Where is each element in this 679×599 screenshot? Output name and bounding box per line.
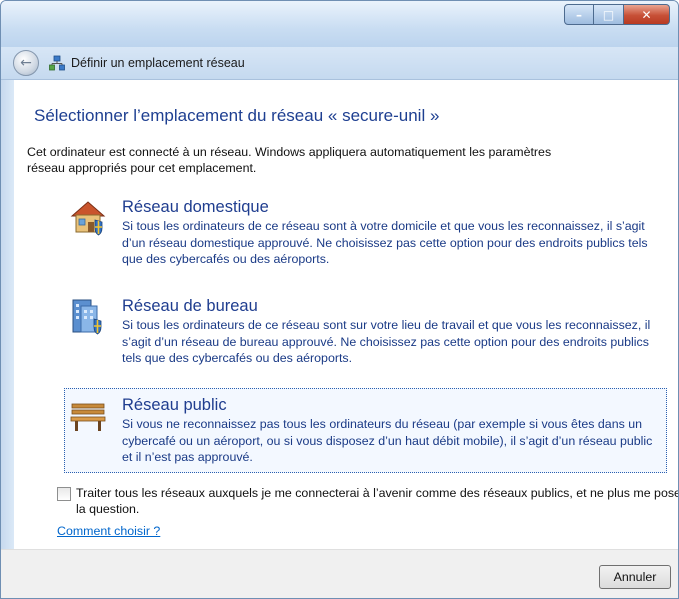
option-description: Si tous les ordinateurs de ce réseau son… [122,219,648,266]
navigation-bar: ← Définir un emplacement réseau [1,47,678,80]
close-icon: ✕ [641,7,652,22]
option-description: Si vous ne reconnaissez pas tous les ord… [122,417,653,464]
option-home-network[interactable]: Réseau domestique Si tous les ordinateur… [64,190,667,275]
option-description: Si tous les ordinateurs de ce réseau son… [122,318,651,365]
close-button[interactable]: ✕ [624,4,670,25]
minimize-icon: – [576,7,582,22]
option-public-network[interactable]: Réseau public Si vous ne reconnaissez pa… [64,388,667,473]
public-network-bench-icon [69,396,107,434]
maximize-icon: □ [602,7,615,22]
back-arrow-icon: ← [20,55,32,71]
treat-as-public-checkbox[interactable] [57,487,71,501]
dialog-window: – □ ✕ ← Définir un emplacement réseau Sé… [0,0,679,599]
intro-text: Cet ordinateur est connecté à un réseau.… [27,145,552,175]
dialog-content: Sélectionner l’emplacement du réseau « s… [14,80,678,549]
minimize-button[interactable]: – [564,4,594,25]
help-link[interactable]: Comment choisir ? [57,524,160,538]
option-title: Réseau public [122,396,227,414]
work-network-icon [69,297,107,335]
treat-as-public-checkbox-row[interactable]: Traiter tous les réseaux auxquels je me … [57,485,678,517]
window-controls: – □ ✕ [564,4,670,26]
title-bar[interactable]: – □ ✕ [1,1,678,47]
home-network-icon [69,198,107,236]
page-title: Sélectionner l’emplacement du réseau « s… [34,106,440,125]
option-title: Réseau de bureau [122,297,258,315]
maximize-button[interactable]: □ [594,4,624,25]
window-frame-left [1,80,14,549]
checkbox-label[interactable]: Traiter tous les réseaux auxquels je me … [76,485,678,517]
cancel-button[interactable]: Annuler [599,565,671,589]
option-work-network[interactable]: Réseau de bureau Si tous les ordinateurs… [64,289,667,374]
network-icon [49,55,65,71]
option-title: Réseau domestique [122,198,269,216]
back-button[interactable]: ← [13,50,39,76]
dialog-footer: Annuler [1,549,678,598]
window-title: Définir un emplacement réseau [71,56,245,70]
